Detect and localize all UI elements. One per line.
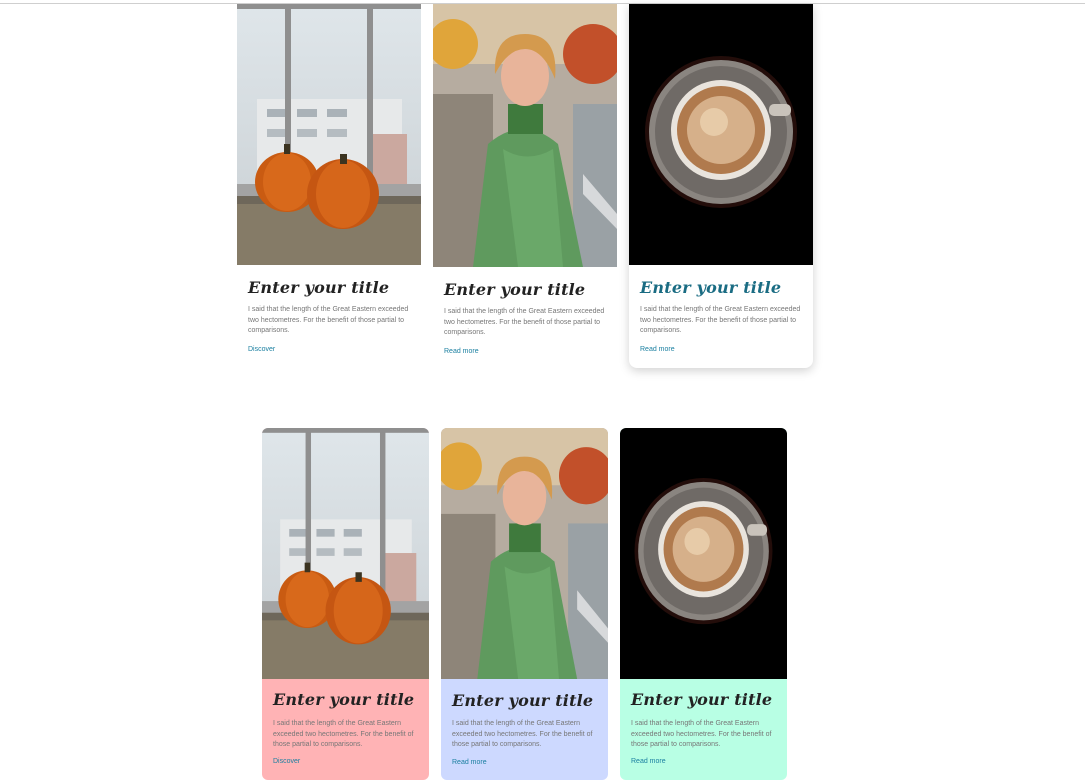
card-description: I said that the length of the Great East… (640, 306, 801, 334)
discover-link[interactable]: Discover (248, 346, 275, 353)
card-pumpkins[interactable]: Enter your title I said that the length … (237, 4, 421, 364)
pumpkins-photo-icon (237, 4, 421, 265)
read-more-link[interactable]: Read more (631, 758, 666, 765)
card-description: I said that the length of the Great East… (452, 720, 593, 748)
read-more-link[interactable]: Read more (640, 346, 675, 353)
card-title: Enter your title (248, 278, 390, 297)
coffee-cup-photo-icon (629, 4, 813, 265)
read-more-link[interactable]: Read more (444, 348, 479, 355)
card-title: Enter your title (640, 278, 782, 297)
read-more-link[interactable]: Read more (452, 759, 487, 766)
card-description: I said that the length of the Great East… (444, 308, 605, 336)
card-woman-blue[interactable]: Enter your title I said that the length … (441, 428, 608, 780)
card-coffee[interactable]: Enter your title I said that the length … (629, 4, 813, 368)
coffee-cup-photo-icon (620, 428, 787, 679)
woman-portrait-photo-icon (441, 428, 608, 679)
card-description: I said that the length of the Great East… (273, 720, 414, 748)
card-title: Enter your title (444, 280, 586, 299)
card-description: I said that the length of the Great East… (631, 720, 772, 748)
card-title: Enter your title (273, 690, 415, 709)
card-title: Enter your title (631, 690, 773, 709)
card-title: Enter your title (452, 691, 594, 710)
card-description: I said that the length of the Great East… (248, 306, 409, 334)
card-coffee-green[interactable]: Enter your title I said that the length … (620, 428, 787, 780)
card-pumpkins-pink[interactable]: Enter your title I said that the length … (262, 428, 429, 780)
card-woman[interactable]: Enter your title I said that the length … (433, 4, 617, 364)
discover-link[interactable]: Discover (273, 758, 300, 765)
pumpkins-photo-icon (262, 428, 429, 679)
woman-portrait-photo-icon (433, 4, 617, 267)
